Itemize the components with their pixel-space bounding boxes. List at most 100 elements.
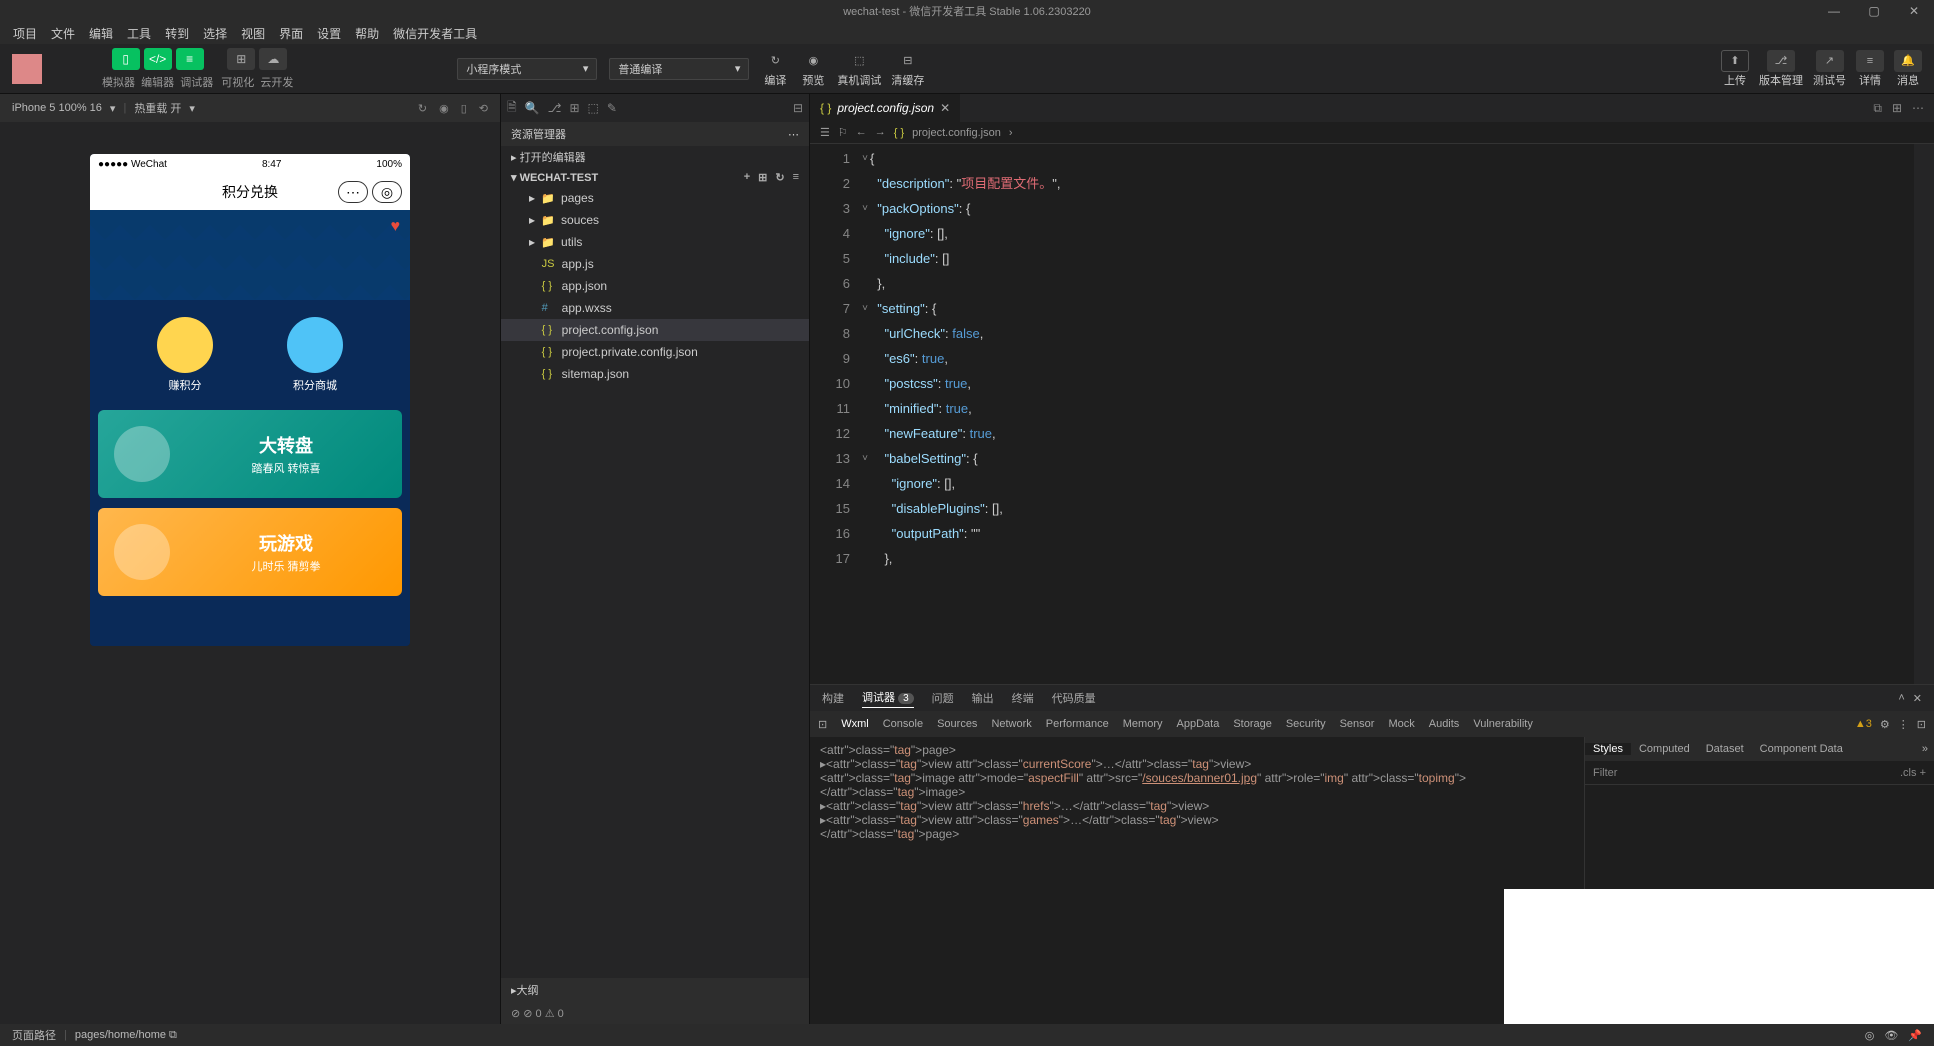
messages-button[interactable]: 🔔消息 xyxy=(1894,50,1922,88)
menu-item[interactable]: 工具 xyxy=(120,25,158,42)
dev-tab[interactable]: Console xyxy=(883,718,923,730)
layout-icon[interactable]: ⊞ xyxy=(1892,101,1902,116)
breadcrumb[interactable]: project.config.json xyxy=(912,127,1001,139)
search-icon[interactable]: 🔍 xyxy=(525,101,540,115)
add-icon[interactable]: + xyxy=(1920,767,1926,779)
dev-tab[interactable]: Sensor xyxy=(1340,718,1375,730)
test-button[interactable]: ↗测试号 xyxy=(1813,50,1846,88)
warning-badge[interactable]: ▲3 xyxy=(1855,718,1872,730)
file-item[interactable]: ▸ 📁pages xyxy=(501,187,809,209)
file-item[interactable]: #app.wxss xyxy=(501,297,809,319)
dev-tab[interactable]: Memory xyxy=(1123,718,1163,730)
cube-icon[interactable]: ⬚ xyxy=(588,101,599,115)
target-icon[interactable]: ◎ xyxy=(372,181,402,203)
panel-tab[interactable]: 输出 xyxy=(972,690,994,706)
menu-item[interactable]: 界面 xyxy=(272,25,310,42)
game-card[interactable]: 玩游戏儿时乐 猜剪拳 xyxy=(98,508,402,596)
cloud-button[interactable]: ☁ xyxy=(259,48,287,70)
close-tab-icon[interactable]: ✕ xyxy=(940,101,950,115)
menu-item[interactable]: 选择 xyxy=(196,25,234,42)
project-section[interactable]: ▾ WECHAT-TEST + ⊞ ↻ ≡ xyxy=(501,168,809,187)
dock-icon[interactable]: ⊡ xyxy=(1917,718,1926,731)
reload-toggle[interactable]: 热重载 开 xyxy=(134,100,181,116)
version-button[interactable]: ⎇版本管理 xyxy=(1759,50,1803,88)
more-icon[interactable]: ⋯ xyxy=(788,128,799,141)
menu-item[interactable]: 视图 xyxy=(234,25,272,42)
new-folder-icon[interactable]: ⊞ xyxy=(758,171,767,184)
code-editor[interactable]: ˅12˅3456˅789101112˅1314151617 { "descrip… xyxy=(810,144,1934,684)
error-icon[interactable]: ⊘ xyxy=(511,1007,520,1020)
file-item[interactable]: { }app.json xyxy=(501,275,809,297)
dev-tab[interactable]: Sources xyxy=(937,718,977,730)
upload-button[interactable]: ⬆上传 xyxy=(1721,50,1749,88)
dev-tab[interactable]: Security xyxy=(1286,718,1326,730)
close-icon[interactable]: ✕ xyxy=(1894,4,1934,18)
close-panel-icon[interactable]: ✕ xyxy=(1913,692,1922,705)
dev-tab[interactable]: Performance xyxy=(1046,718,1109,730)
inspect-icon[interactable]: ⊡ xyxy=(818,718,827,731)
refresh-icon[interactable]: ↻ xyxy=(418,102,427,115)
clear-cache-button[interactable]: ⊟清缓存 xyxy=(891,50,924,88)
minimize-icon[interactable]: — xyxy=(1814,4,1854,18)
dev-tab[interactable]: Storage xyxy=(1233,718,1272,730)
record-icon[interactable]: ◉ xyxy=(439,102,449,115)
copy-icon[interactable]: ⧉ xyxy=(169,1029,177,1042)
menu-item[interactable]: 文件 xyxy=(44,25,82,42)
heart-icon[interactable]: ♥ xyxy=(391,218,401,236)
back-icon[interactable]: ← xyxy=(856,126,867,139)
rotate-icon[interactable]: ⟲ xyxy=(479,102,488,115)
mode-select[interactable]: 小程序模式▾ xyxy=(457,58,597,80)
file-item[interactable]: { }sitemap.json xyxy=(501,363,809,385)
dev-tab[interactable]: AppData xyxy=(1177,718,1220,730)
file-item[interactable]: JSapp.js xyxy=(501,253,809,275)
minimap[interactable] xyxy=(1914,144,1934,684)
elements-tree[interactable]: <attr">class="tag">page>▸<attr">class="t… xyxy=(810,737,1584,1024)
styles-tab[interactable]: Computed xyxy=(1631,743,1698,755)
collapse-icon[interactable]: ⊟ xyxy=(793,101,803,115)
panel-tab[interactable]: 终端 xyxy=(1012,690,1034,706)
debugger-button[interactable]: ≡ xyxy=(176,48,204,70)
panel-tab[interactable]: 问题 xyxy=(932,690,954,706)
dev-tab[interactable]: Mock xyxy=(1388,718,1414,730)
filter-input[interactable]: Filter xyxy=(1593,767,1617,779)
menu-item[interactable]: 项目 xyxy=(6,25,44,42)
editor-button[interactable]: </> xyxy=(144,48,172,70)
device-icon[interactable]: ▯ xyxy=(461,102,467,115)
styles-tab[interactable]: Dataset xyxy=(1698,743,1752,755)
chevron-up-icon[interactable]: ˄ xyxy=(1898,692,1904,705)
preview-button[interactable]: ◉预览 xyxy=(799,50,827,88)
file-item[interactable]: { }project.private.config.json xyxy=(501,341,809,363)
dev-tab[interactable]: Audits xyxy=(1429,718,1460,730)
bookmark-icon[interactable]: ⚐ xyxy=(838,126,848,139)
eye-icon[interactable]: 👁 xyxy=(1884,1029,1898,1042)
refresh-icon[interactable]: ↻ xyxy=(775,171,784,184)
panel-tab[interactable]: 调试器 3 xyxy=(862,689,914,708)
forward-icon[interactable]: → xyxy=(875,126,886,139)
menu-item[interactable]: 转到 xyxy=(158,25,196,42)
styles-tab[interactable]: Component Data xyxy=(1752,743,1851,755)
cls-button[interactable]: .cls xyxy=(1900,767,1917,779)
branch-icon[interactable]: ⎇ xyxy=(548,101,562,115)
menu-item[interactable]: 编辑 xyxy=(82,25,120,42)
panel-tab[interactable]: 构建 xyxy=(822,690,844,706)
files-icon[interactable]: 🗎 xyxy=(507,98,517,119)
menu-icon[interactable]: ⋯ xyxy=(338,181,368,203)
panel-tab[interactable]: 代码质量 xyxy=(1052,690,1096,706)
menu-item[interactable]: 帮助 xyxy=(348,25,386,42)
phone-simulator[interactable]: ●●●●● WeChat8:47100% 积分兑换 ⋯◎ ♥ 赚积分 积分商城 … xyxy=(90,154,410,646)
menu-item[interactable]: 设置 xyxy=(310,25,348,42)
page-path[interactable]: pages/home/home xyxy=(75,1029,166,1041)
list-icon[interactable]: ☰ xyxy=(820,126,830,139)
open-editors-section[interactable]: ▸ 打开的编辑器 xyxy=(501,146,809,168)
visual-button[interactable]: ⊞ xyxy=(227,48,255,70)
target-icon[interactable]: ◎ xyxy=(1865,1029,1875,1042)
file-item[interactable]: { }project.config.json xyxy=(501,319,809,341)
compile-select[interactable]: 普通编译▾ xyxy=(609,58,749,80)
more-icon[interactable]: ⋯ xyxy=(1912,101,1924,116)
dev-tab[interactable]: Network xyxy=(991,718,1031,730)
maximize-icon[interactable]: ▢ xyxy=(1854,4,1894,18)
collapse-all-icon[interactable]: ≡ xyxy=(793,171,799,184)
ext-icon[interactable]: ⊞ xyxy=(569,101,579,115)
gear-icon[interactable]: ⚙ xyxy=(1880,718,1890,731)
dev-tab[interactable]: Vulnerability xyxy=(1473,718,1533,730)
